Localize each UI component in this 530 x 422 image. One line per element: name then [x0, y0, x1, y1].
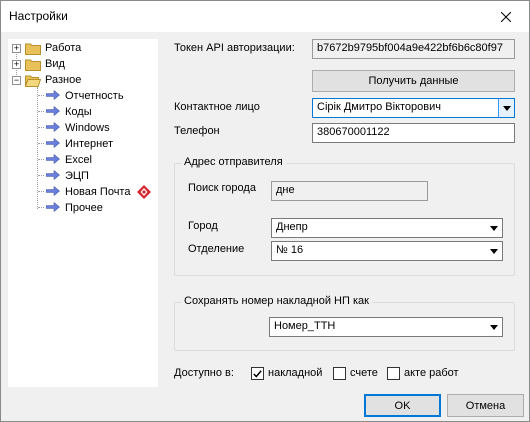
settings-dialog: Настройки + Работа + Вид − Разное Отчетн…: [0, 0, 530, 422]
folder-icon: [25, 43, 41, 55]
tree-item-otchetnost[interactable]: Отчетность: [65, 90, 124, 102]
nova-poshta-logo-icon: [137, 185, 151, 199]
arrow-icon: [46, 90, 60, 100]
city-combobox[interactable]: Днепр: [271, 218, 503, 238]
arrow-icon: [46, 154, 60, 164]
ok-button[interactable]: OK: [364, 394, 441, 417]
tree-item-ecp[interactable]: ЭЦП: [65, 170, 89, 182]
window-title: Настройки: [9, 9, 68, 23]
phone-label: Телефон: [174, 125, 220, 137]
tree-item-excel[interactable]: Excel: [65, 154, 92, 166]
settings-tree[interactable]: + Работа + Вид − Разное Отчетность Коды …: [8, 39, 158, 387]
tree-item-internet[interactable]: Интернет: [65, 138, 113, 150]
arrow-icon: [46, 170, 60, 180]
branch-label: Отделение: [188, 243, 245, 255]
available-label: Доступно в:: [174, 367, 234, 379]
checkmark-icon: [253, 369, 262, 378]
save-as-title: Сохранять номер накладной НП как: [181, 295, 372, 307]
tree-item-prochee[interactable]: Прочее: [65, 202, 103, 214]
tree-item-nova-poshta[interactable]: Новая Почта: [65, 186, 130, 198]
tree-item-kody[interactable]: Коды: [65, 106, 92, 118]
save-as-combobox[interactable]: Номер_ТТН: [269, 317, 503, 337]
contact-combobox[interactable]: Сірік Дмитро Вікторович: [312, 98, 515, 118]
close-button[interactable]: [483, 1, 529, 32]
folder-icon: [25, 59, 41, 71]
contact-value: Сірік Дмитро Вікторович: [317, 101, 442, 113]
tree-item-vid[interactable]: Вид: [45, 58, 65, 70]
invoice-checkbox-label: накладной: [268, 367, 323, 379]
chevron-down-icon[interactable]: [486, 318, 502, 336]
token-label: Токен API авторизации:: [174, 42, 295, 54]
account-checkbox-label: счете: [350, 367, 378, 379]
expand-toggle[interactable]: +: [12, 60, 21, 69]
cancel-button[interactable]: Отмена: [447, 394, 524, 417]
token-field[interactable]: b7672b9795bf004a9e422bf6b6c80f97: [312, 39, 515, 59]
city-value: Днепр: [276, 221, 308, 233]
get-data-button[interactable]: Получить данные: [312, 70, 515, 92]
tree-item-rabota[interactable]: Работа: [45, 42, 81, 54]
phone-field[interactable]: 380670001122: [312, 123, 515, 143]
invoice-checkbox[interactable]: [251, 367, 264, 380]
arrow-icon: [46, 186, 60, 196]
dialog-body: + Работа + Вид − Разное Отчетность Коды …: [1, 32, 529, 421]
branch-combobox[interactable]: № 16: [271, 241, 503, 261]
expand-toggle[interactable]: +: [12, 44, 21, 53]
tree-item-windows[interactable]: Windows: [65, 122, 110, 134]
open-folder-icon: [25, 75, 41, 87]
city-label: Город: [188, 220, 218, 232]
contact-label: Контактное лицо: [174, 101, 260, 113]
account-checkbox[interactable]: [333, 367, 346, 380]
work-act-checkbox[interactable]: [387, 367, 400, 380]
work-act-checkbox-label: акте работ: [404, 367, 459, 379]
arrow-icon: [46, 138, 60, 148]
arrow-icon: [46, 202, 60, 212]
branch-value: № 16: [276, 244, 304, 256]
arrow-icon: [46, 122, 60, 132]
collapse-toggle[interactable]: −: [12, 76, 21, 85]
close-icon: [501, 11, 511, 22]
title-bar: Настройки: [1, 1, 529, 32]
chevron-down-icon[interactable]: [486, 219, 502, 237]
city-search-field[interactable]: дне: [271, 181, 428, 201]
tree-item-raznoe[interactable]: Разное: [45, 74, 81, 86]
save-as-value: Номер_ТТН: [274, 320, 336, 332]
sender-address-title: Адрес отправителя: [181, 156, 286, 168]
city-search-label: Поиск города: [188, 182, 256, 194]
arrow-icon: [46, 106, 60, 116]
chevron-down-icon[interactable]: [498, 99, 514, 117]
chevron-down-icon[interactable]: [486, 242, 502, 260]
